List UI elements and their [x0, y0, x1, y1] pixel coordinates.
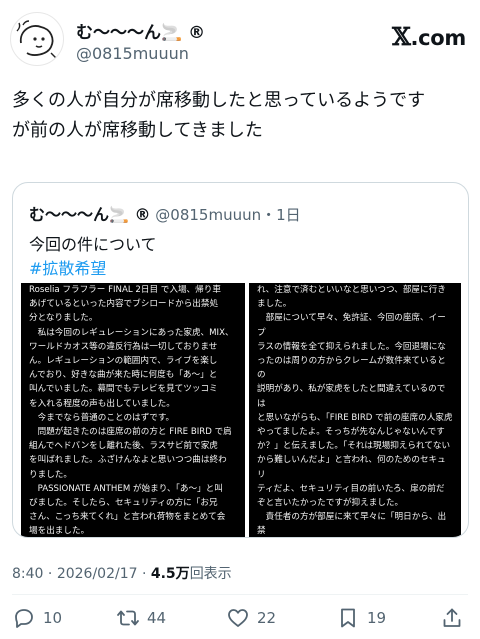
view-count: 4.5万 [150, 566, 190, 582]
quoted-tweet-text: 今回の件について #拡散希望 [29, 233, 157, 281]
x-logo-icon: 𝕏 [392, 22, 411, 51]
tweet-date: 2026/02/17 [56, 566, 138, 582]
quoted-tweet[interactable]: む〜〜〜ん🚬 ® @0815muuun・1日 今回の件について #拡散希望 Ro… [12, 182, 469, 538]
tweet-header: む〜〜〜ん🚬 ® @0815muuun 𝕏.com [10, 12, 470, 66]
tweet-text: 多くの人が自分が席移動したと思っているようです が前の人が席移動してきました [12, 86, 468, 146]
avatar[interactable] [10, 12, 64, 66]
x-com-logo: 𝕏.com [392, 22, 466, 51]
brand-suffix: .com [410, 26, 466, 50]
view-count-label: 回表示 [189, 566, 232, 582]
tweet-timestamp[interactable]: 8:40 · 2026/02/17 · 4.5万回表示 [12, 563, 232, 583]
reply-button[interactable]: 10 [12, 604, 62, 632]
reply-icon [15, 609, 33, 628]
retweet-count: 44 [147, 609, 167, 627]
share-icon [443, 608, 461, 627]
like-count: 22 [257, 609, 277, 627]
quoted-tweet-header: む〜〜〜ん🚬 ® @0815muuun・1日 [29, 201, 301, 225]
reply-count: 10 [43, 609, 63, 627]
action-bar: 10 44 22 19 [12, 604, 468, 632]
quoted-text-line: 今回の件について [29, 235, 157, 254]
hashtag-link[interactable]: #拡散希望 [29, 257, 157, 281]
quoted-author-display-name: む〜〜〜ん🚬 ® [29, 205, 151, 224]
author-handle[interactable]: @0815muuun [76, 44, 189, 63]
bookmark-count: 19 [367, 609, 387, 627]
retweet-icon [117, 610, 139, 626]
tweet-text-line: が前の人が席移動してきました [12, 120, 263, 141]
attached-image-right[interactable]: れ、注意で済むといいなと思いつつ、部屋に行き ました。 部屋について早々、免許証… [249, 283, 461, 537]
image-text: れ、注意で済むといいなと思いつつ、部屋に行き ました。 部屋について早々、免許証… [257, 285, 453, 537]
avatar-doodle-icon [16, 20, 60, 62]
tweet-time: 8:40 [12, 566, 44, 582]
heart-icon [228, 609, 248, 627]
bookmark-icon [341, 608, 355, 628]
author-display-name[interactable]: む〜〜〜ん🚬 ® [76, 18, 205, 43]
attached-image-left[interactable]: Roselia フラフラー FINAL 2日目 で入場、帰り車 あげているといっ… [21, 283, 245, 537]
tweet-text-line: 多くの人が自分が席移動したと思っているようです [12, 90, 426, 111]
image-text: Roselia フラフラー FINAL 2日目 で入場、帰り車 あげているといっ… [29, 285, 234, 537]
bookmark-button[interactable]: 19 [336, 604, 386, 632]
retweet-button[interactable]: 44 [116, 604, 166, 632]
quoted-author-meta: @0815muuun・1日 [155, 206, 301, 224]
divider [12, 594, 468, 595]
share-button[interactable] [440, 604, 464, 632]
like-button[interactable]: 22 [226, 604, 276, 632]
